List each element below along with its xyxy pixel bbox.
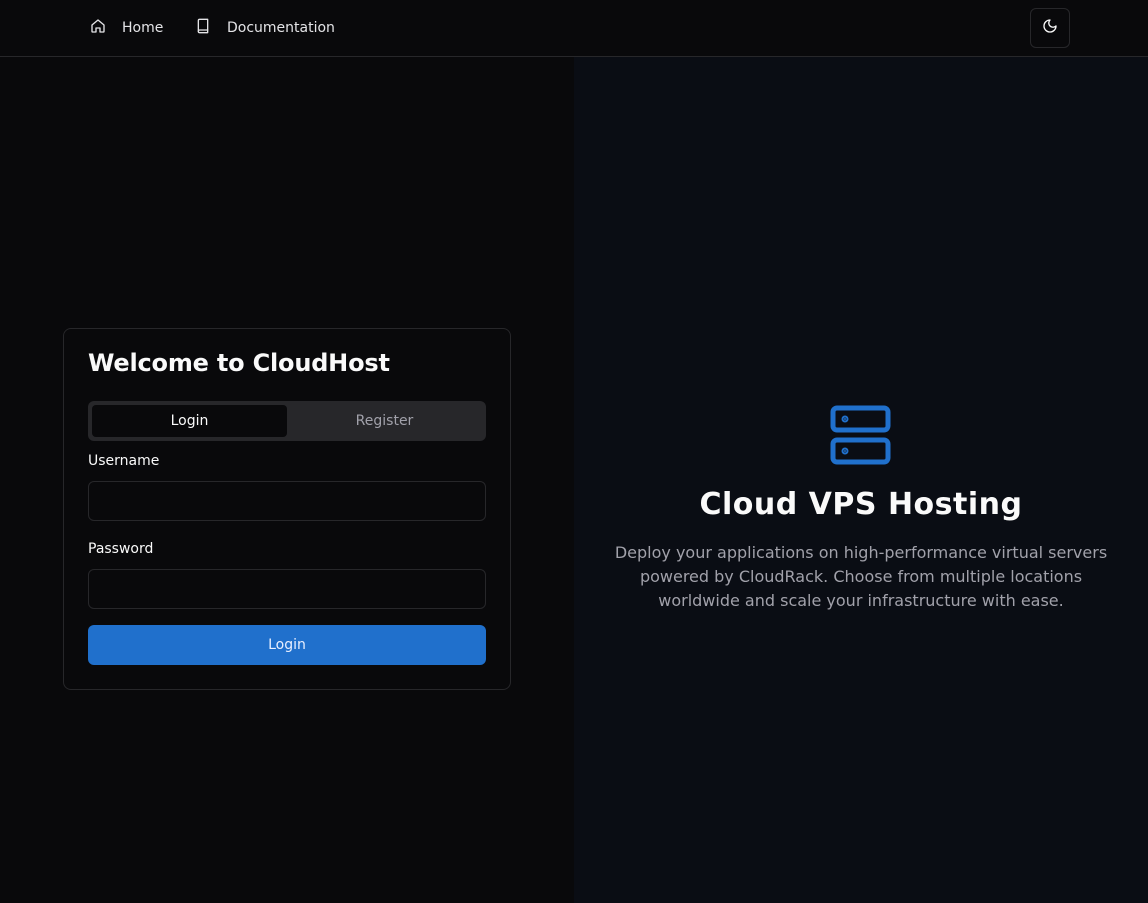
- hero-description: Deploy your applications on high-perform…: [614, 543, 1108, 610]
- nav-home-link[interactable]: Home: [90, 16, 163, 40]
- login-submit-button[interactable]: Login: [88, 625, 486, 665]
- book-icon: [195, 18, 211, 38]
- theme-toggle-button[interactable]: [1030, 8, 1070, 48]
- home-icon: [90, 18, 106, 38]
- top-navbar: Home Documentation: [0, 0, 1148, 57]
- auth-pane: Welcome to CloudHost Login Register User…: [0, 57, 574, 903]
- hero-title: Cloud VPS Hosting: [699, 487, 1023, 522]
- nav-home-label: Home: [122, 20, 164, 36]
- moon-icon: [1042, 18, 1058, 38]
- auth-card: Welcome to CloudHost Login Register User…: [63, 328, 511, 690]
- username-label: Username: [88, 453, 160, 469]
- tab-login[interactable]: Login: [92, 405, 287, 437]
- nav-documentation-link[interactable]: Documentation: [195, 16, 335, 40]
- username-input[interactable]: [88, 481, 486, 521]
- hero-pane: Cloud VPS Hosting Deploy your applicatio…: [574, 57, 1148, 903]
- card-title: Welcome to CloudHost: [88, 349, 390, 377]
- server-icon: [830, 403, 891, 467]
- nav-documentation-label: Documentation: [227, 20, 335, 36]
- tab-register[interactable]: Register: [287, 405, 482, 437]
- password-label: Password: [88, 541, 154, 557]
- password-input[interactable]: [88, 569, 486, 609]
- auth-tabs: Login Register: [88, 401, 486, 441]
